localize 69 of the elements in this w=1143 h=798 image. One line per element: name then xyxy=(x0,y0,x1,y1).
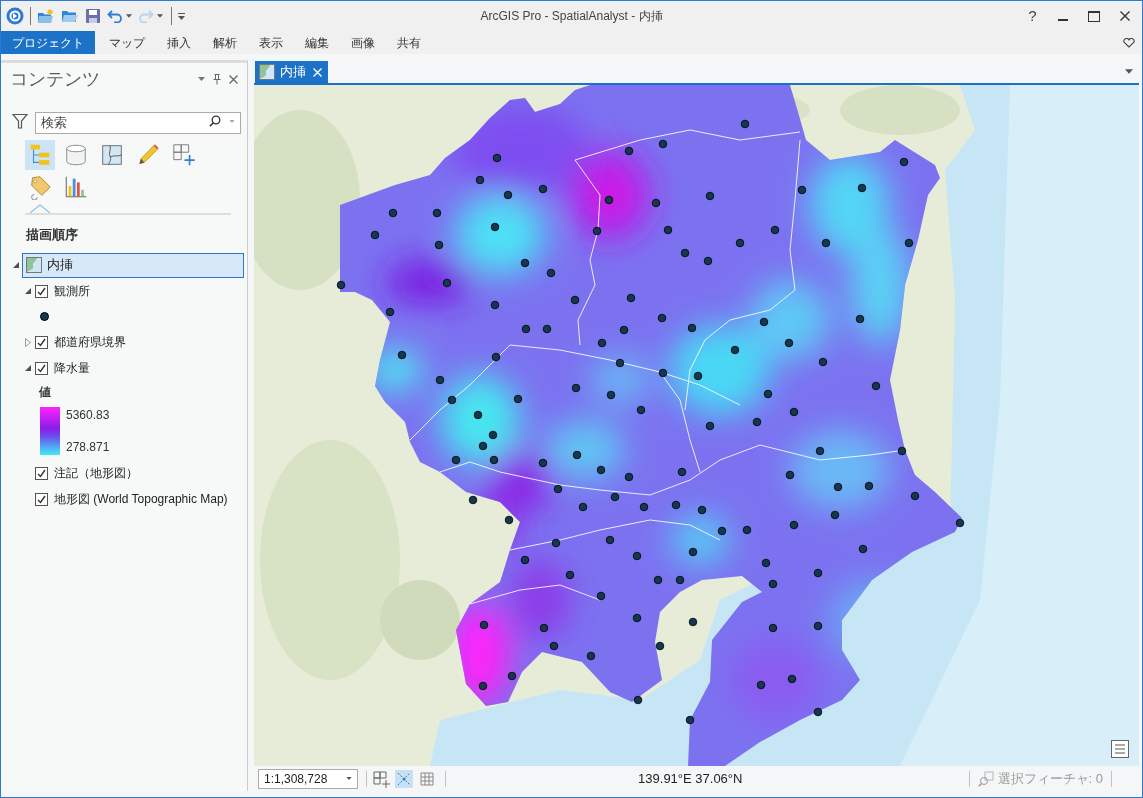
expanded-triangle-icon[interactable] xyxy=(25,288,31,294)
grid-plus-icon xyxy=(171,142,197,168)
point-symbol-icon xyxy=(40,312,49,321)
legend-value: 5360.83 xyxy=(66,407,110,423)
selected-features-count: 選択フィーチャ: 0 xyxy=(997,769,1103,788)
map-tab[interactable]: 内挿 xyxy=(255,61,328,83)
checkbox[interactable] xyxy=(35,335,48,349)
caret-icon[interactable] xyxy=(346,777,352,780)
check-icon xyxy=(37,468,46,478)
folder-icon[interactable] xyxy=(61,8,79,24)
checkbox[interactable] xyxy=(35,466,48,480)
ribbon-tab[interactable]: 解析 xyxy=(202,31,248,54)
checkbox[interactable] xyxy=(35,361,48,375)
heart-icon[interactable] xyxy=(1123,37,1135,48)
pane-title: コンテンツ xyxy=(10,67,100,91)
list-icon[interactable] xyxy=(1111,740,1129,758)
ribbon-tab[interactable]: 共有 xyxy=(386,31,432,54)
layer-item[interactable]: 地形図 (World Topographic Map) xyxy=(33,488,232,510)
dotted-grid-icon[interactable] xyxy=(395,769,413,788)
collapsed-triangle-icon[interactable] xyxy=(25,337,31,347)
check-icon xyxy=(37,363,46,373)
checkbox[interactable] xyxy=(35,492,48,506)
ribbon-tab[interactable]: 表示 xyxy=(248,31,294,54)
checkbox[interactable] xyxy=(35,284,48,298)
gradient-ramp-icon xyxy=(40,407,60,455)
customize-menu-icon[interactable] xyxy=(178,12,185,20)
legend-title: 値 xyxy=(39,384,51,401)
caret-icon[interactable] xyxy=(126,14,132,18)
expanded-triangle-icon[interactable] xyxy=(25,365,31,371)
search-icon[interactable] xyxy=(209,115,221,127)
section-heading: 描画順序 xyxy=(26,226,78,245)
coordinates: 139.91°E 37.06°N xyxy=(638,769,743,788)
layer-item[interactable]: 観測所 xyxy=(33,280,94,302)
check-icon xyxy=(37,337,46,347)
caret-icon[interactable] xyxy=(198,77,205,81)
maximize-icon[interactable] xyxy=(1088,10,1100,22)
map-sheet-icon xyxy=(99,142,125,168)
close-icon[interactable] xyxy=(229,74,238,84)
logo-icon[interactable] xyxy=(6,7,24,25)
new-folder-icon[interactable] xyxy=(37,8,55,24)
search-field[interactable]: 検索 xyxy=(35,111,241,134)
ribbon-tab[interactable]: マップ xyxy=(98,31,156,54)
legend-value: 278.871 xyxy=(66,439,110,455)
close-icon[interactable] xyxy=(1120,11,1130,21)
caret-icon[interactable] xyxy=(157,14,163,18)
map-icon xyxy=(26,257,42,273)
layer-item[interactable]: 注記（地形図） xyxy=(33,462,142,484)
grid-plus-icon[interactable] xyxy=(372,769,390,788)
help-button[interactable]: ? xyxy=(1017,4,1048,28)
ribbon-tab[interactable]: プロジェクト xyxy=(1,31,95,54)
caret-icon[interactable] xyxy=(1125,69,1133,74)
window-title: ArcGIS Pro - SpatialAnalyst - 内挿 xyxy=(480,8,663,25)
layer-item[interactable]: 都道府県境界 xyxy=(33,331,130,353)
map-tree-item[interactable]: 内挿 xyxy=(22,252,244,278)
cylinder-icon xyxy=(63,142,89,168)
undo-icon[interactable] xyxy=(107,9,123,23)
ribbon-tab[interactable]: 挿入 xyxy=(156,31,202,54)
ribbon-tab[interactable]: 編集 xyxy=(294,31,340,54)
expanded-triangle-icon[interactable] xyxy=(13,262,19,268)
pin-icon[interactable] xyxy=(213,73,221,85)
filter-icon[interactable] xyxy=(12,113,28,129)
map-icon xyxy=(259,64,275,80)
notch-icon xyxy=(30,204,50,213)
bar-chart-icon xyxy=(63,174,89,200)
ribbon-tab[interactable]: 画像 xyxy=(340,31,386,54)
layer-item[interactable]: 降水量 xyxy=(33,357,94,379)
check-icon xyxy=(37,286,46,296)
scale-dropdown[interactable]: 1:1,308,728 xyxy=(258,768,358,789)
check-icon xyxy=(37,494,46,504)
